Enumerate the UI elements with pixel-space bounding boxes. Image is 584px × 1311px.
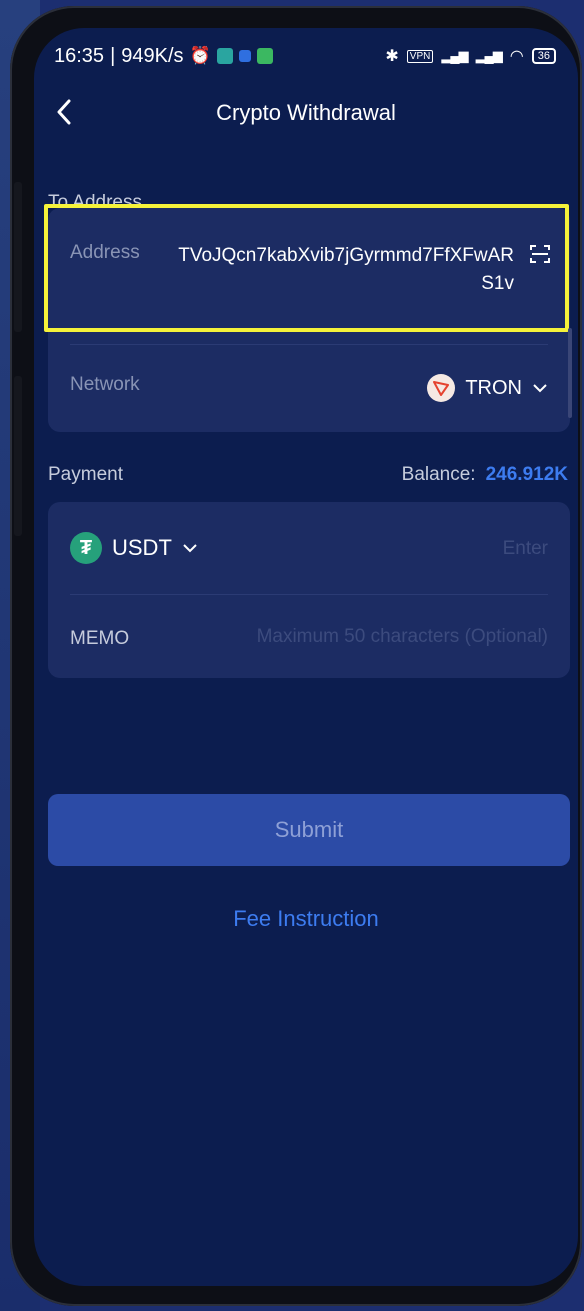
coin-name: USDT bbox=[112, 535, 172, 560]
page-title: Crypto Withdrawal bbox=[216, 100, 396, 125]
app-notification-icon-2 bbox=[238, 50, 251, 62]
chevron-left-icon bbox=[57, 99, 71, 125]
network-value: TRON bbox=[465, 376, 522, 399]
status-speed: 949K/s bbox=[121, 44, 184, 67]
status-time: 16:35 bbox=[54, 44, 105, 67]
network-label: Network bbox=[70, 374, 140, 395]
status-separator: | bbox=[110, 44, 116, 67]
balance-value: 246.912K bbox=[485, 464, 568, 485]
alarm-icon: ⏰ bbox=[189, 46, 211, 65]
tron-icon bbox=[427, 374, 456, 402]
phone-frame: 16:35 | 949K/s ⏰ ✱ VPN ▂▄▆ ▂▄▆ ◠ 36 Cryp… bbox=[10, 6, 582, 1306]
balance-row: Balance: 246.912K bbox=[402, 464, 568, 486]
app-screen: 16:35 | 949K/s ⏰ ✱ VPN ▂▄▆ ▂▄▆ ◠ 36 Cryp… bbox=[34, 28, 578, 1286]
vpn-icon: VPN bbox=[406, 49, 434, 63]
address-highlight-box bbox=[44, 204, 569, 332]
memo-label: MEMO bbox=[70, 628, 130, 649]
signal-icon-2: ▂▄▆ bbox=[475, 48, 503, 63]
network-selector[interactable]: Network TRON bbox=[48, 344, 570, 432]
app-notification-icon-3 bbox=[256, 48, 273, 64]
app-notification-icon bbox=[216, 48, 233, 64]
bluetooth-icon: ✱ bbox=[385, 48, 399, 65]
wifi-icon: ◠ bbox=[509, 48, 524, 65]
coin-selector[interactable]: ₮ USDT bbox=[70, 532, 198, 564]
submit-button[interactable]: Submit bbox=[48, 794, 570, 866]
scrollbar[interactable] bbox=[568, 328, 572, 418]
battery-icon: 36 bbox=[531, 48, 556, 64]
tether-icon: ₮ bbox=[70, 532, 102, 564]
status-bar: 16:35 | 949K/s ⏰ ✱ VPN ▂▄▆ ▂▄▆ ◠ 36 bbox=[34, 28, 578, 84]
app-header: Crypto Withdrawal bbox=[34, 88, 578, 138]
balance-label: Balance: bbox=[401, 464, 476, 485]
chevron-down-icon bbox=[533, 384, 547, 393]
back-button[interactable] bbox=[48, 94, 80, 130]
volume-button bbox=[14, 182, 22, 332]
chevron-down-icon bbox=[183, 544, 197, 553]
power-button bbox=[14, 376, 22, 536]
amount-input[interactable] bbox=[408, 532, 548, 566]
fee-instruction-link[interactable]: Fee Instruction bbox=[34, 906, 578, 932]
divider bbox=[70, 594, 548, 595]
signal-icon: ▂▄▆ bbox=[441, 48, 468, 63]
payment-label: Payment bbox=[48, 464, 123, 485]
payment-card: ₮ USDT MEMO bbox=[48, 502, 570, 678]
memo-input[interactable] bbox=[188, 620, 548, 654]
